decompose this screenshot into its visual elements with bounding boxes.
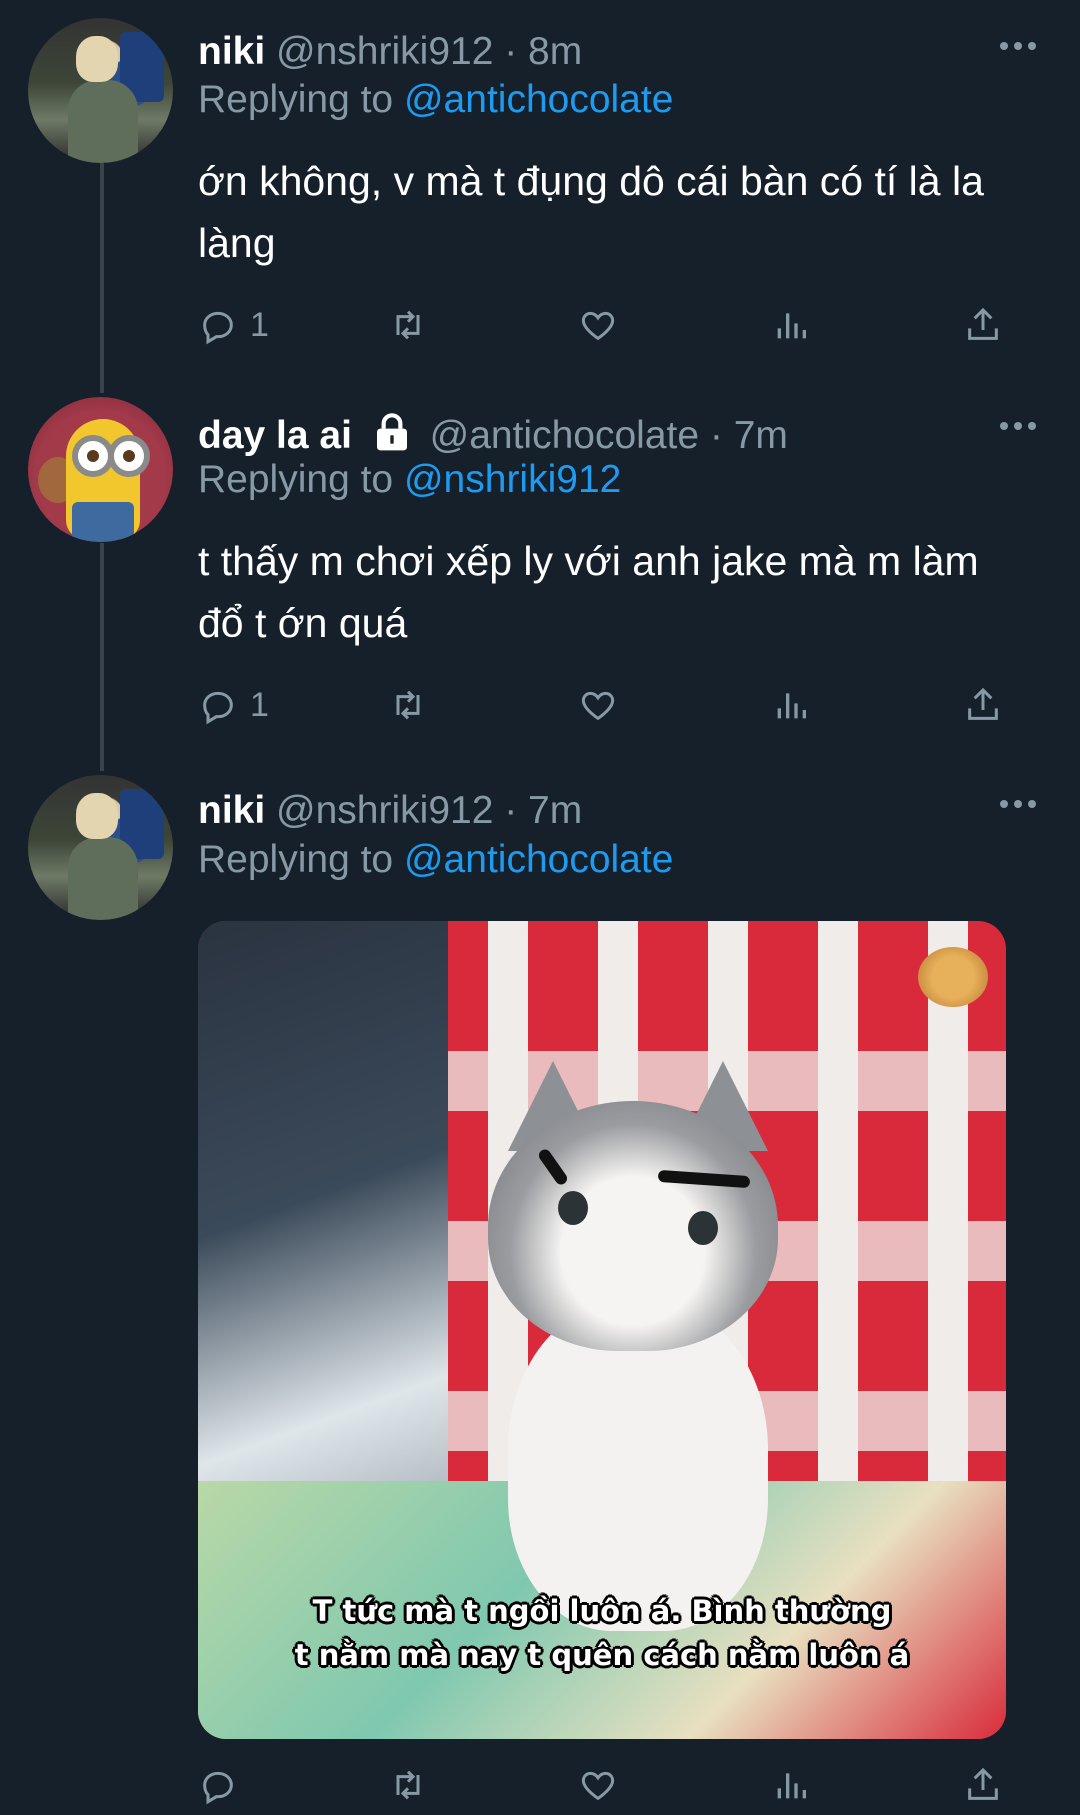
retweet-button[interactable] bbox=[388, 680, 428, 730]
reply-button[interactable] bbox=[198, 1760, 238, 1810]
like-button[interactable] bbox=[578, 300, 618, 350]
avatar[interactable] bbox=[28, 18, 173, 163]
share-button[interactable] bbox=[963, 1760, 1003, 1810]
retweet-icon bbox=[396, 310, 420, 340]
tweet-text: t thấy m chơi xếp ly với anh jake mà m l… bbox=[198, 538, 979, 646]
tweet-header: niki @nshriki912 · 8m bbox=[198, 32, 582, 71]
analytics-button[interactable] bbox=[771, 1760, 811, 1810]
timestamp[interactable]: · 7m bbox=[710, 414, 788, 457]
mention-link[interactable]: @nshriki912 bbox=[404, 458, 621, 501]
share-icon bbox=[968, 1767, 998, 1800]
kitten-eye bbox=[688, 1211, 718, 1245]
kitten-image bbox=[448, 1041, 828, 1681]
reply-button[interactable]: 1 bbox=[198, 300, 269, 350]
retweet-icon bbox=[396, 690, 420, 720]
tweet-actions: 1 bbox=[198, 680, 1018, 730]
reply-icon bbox=[203, 691, 233, 725]
analytics-icon bbox=[777, 1773, 806, 1799]
retweet-button[interactable] bbox=[388, 1760, 428, 1810]
display-name[interactable]: niki bbox=[198, 30, 265, 73]
reply-count: 1 bbox=[250, 305, 269, 344]
timestamp[interactable]: · 8m bbox=[504, 30, 582, 73]
reply-count: 1 bbox=[250, 685, 269, 724]
avatar-overall-image bbox=[72, 502, 134, 542]
mention-link[interactable]: @antichocolate bbox=[404, 838, 673, 881]
like-icon bbox=[581, 1771, 615, 1801]
avatar-hair-image bbox=[76, 36, 118, 82]
tweet-header: niki @nshriki912 · 7m bbox=[198, 791, 582, 830]
tweet-text: ớn không, v mà t đụng dô cái bàn có tí l… bbox=[198, 158, 984, 266]
display-name[interactable]: day la ai bbox=[198, 414, 352, 457]
share-icon bbox=[968, 687, 998, 720]
like-button[interactable] bbox=[578, 1760, 618, 1810]
kitten-eye bbox=[558, 1191, 588, 1225]
caption-line-1: T tức mà t ngồi luôn á. Bình thường bbox=[312, 1594, 892, 1628]
handle[interactable]: @nshriki912 bbox=[276, 789, 493, 832]
tweet-header: day la ai @antichocolate · 7m bbox=[198, 412, 788, 455]
like-icon bbox=[581, 311, 615, 341]
avatar[interactable] bbox=[28, 775, 173, 920]
retweet-icon bbox=[396, 1770, 420, 1800]
analytics-icon bbox=[777, 313, 806, 339]
analytics-icon bbox=[777, 693, 806, 719]
share-button[interactable] bbox=[963, 300, 1003, 350]
display-name[interactable]: niki bbox=[198, 789, 265, 832]
meme-caption: T tức mà t ngồi luôn á. Bình thường t nằ… bbox=[198, 1589, 1006, 1677]
share-button[interactable] bbox=[963, 680, 1003, 730]
reply-button[interactable]: 1 bbox=[198, 680, 269, 730]
avatar-goggle-image bbox=[108, 435, 150, 477]
tweet-actions bbox=[198, 1760, 1018, 1810]
more-options-icon[interactable] bbox=[1000, 420, 1044, 432]
replying-to: Replying to @antichocolate bbox=[198, 78, 673, 122]
kitten-head bbox=[488, 1101, 778, 1351]
replying-label: Replying to bbox=[198, 458, 394, 501]
thread-line bbox=[100, 543, 104, 771]
replying-to: Replying to @antichocolate bbox=[198, 838, 673, 882]
handle[interactable]: @nshriki912 bbox=[276, 30, 493, 73]
avatar[interactable] bbox=[28, 397, 173, 542]
tweet-actions: 1 bbox=[198, 300, 1018, 350]
analytics-button[interactable] bbox=[771, 300, 811, 350]
retweet-button[interactable] bbox=[388, 300, 428, 350]
analytics-button[interactable] bbox=[771, 680, 811, 730]
more-options-icon[interactable] bbox=[1000, 798, 1044, 810]
avatar-hair-image bbox=[76, 793, 118, 839]
more-options-icon[interactable] bbox=[1000, 40, 1044, 52]
replying-label: Replying to bbox=[198, 78, 394, 121]
timestamp[interactable]: · 7m bbox=[504, 789, 582, 832]
lock-icon bbox=[376, 413, 407, 451]
caption-line-2: t nằm mà nay t quên cách nằm luôn á bbox=[294, 1638, 910, 1672]
watermark-logo bbox=[918, 947, 988, 1007]
thread-line bbox=[100, 163, 104, 393]
tweet-media-image[interactable]: T tức mà t ngồi luôn á. Bình thường t nằ… bbox=[198, 921, 1006, 1739]
reply-icon bbox=[203, 1771, 233, 1805]
reply-icon bbox=[203, 311, 233, 345]
replying-to: Replying to @nshriki912 bbox=[198, 458, 621, 502]
like-button[interactable] bbox=[578, 680, 618, 730]
replying-label: Replying to bbox=[198, 838, 394, 881]
handle[interactable]: @antichocolate bbox=[430, 414, 699, 457]
avatar-jacket-image bbox=[68, 80, 138, 163]
share-icon bbox=[968, 307, 998, 340]
like-icon bbox=[581, 691, 615, 721]
mention-link[interactable]: @antichocolate bbox=[404, 78, 673, 121]
avatar-jacket-image bbox=[68, 837, 138, 920]
